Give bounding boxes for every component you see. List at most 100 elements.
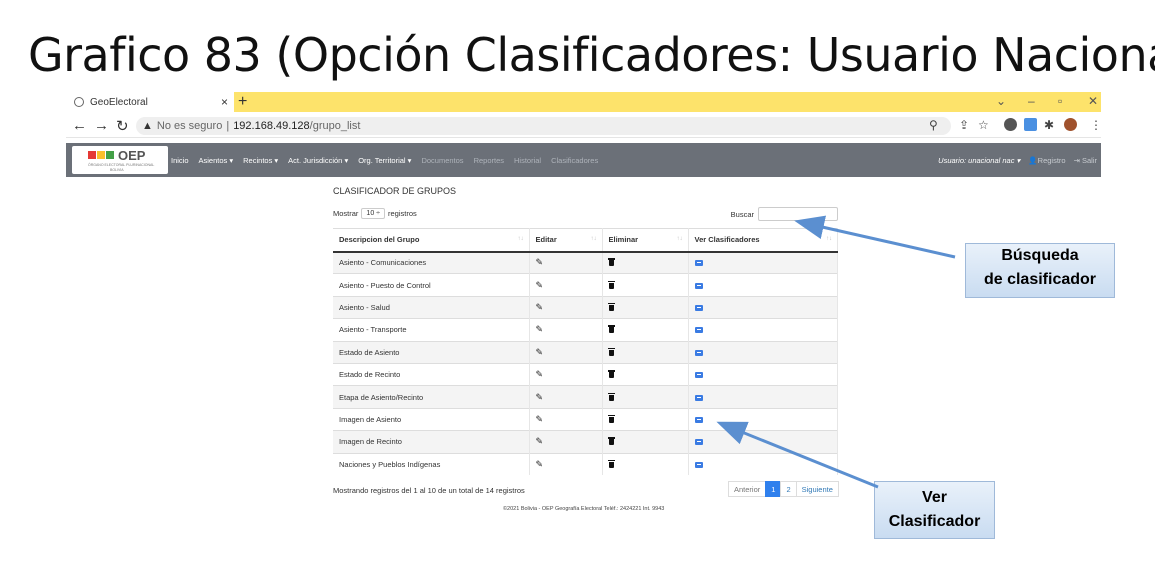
logo-square-yellow xyxy=(97,151,105,159)
forward-icon[interactable]: → xyxy=(94,117,109,134)
show-suffix: registros xyxy=(388,209,417,218)
pagination: Anterior 1 2 Siguiente xyxy=(728,481,839,497)
col-header-label: Descripcion del Grupo xyxy=(339,235,420,245)
nav-item-act-jurisdiccion[interactable]: Act. Jurisdicción ▾ xyxy=(288,156,348,165)
trash-icon[interactable] xyxy=(607,302,615,311)
extension-icon[interactable] xyxy=(1004,118,1017,131)
user-area: Usuario: unacional nac ▾ 👤Registro ⇥ Sal… xyxy=(938,143,1097,177)
search-input[interactable] xyxy=(758,207,838,221)
back-icon[interactable]: ← xyxy=(72,117,87,134)
nav-item-clasificadores[interactable]: Clasificadores xyxy=(551,156,598,165)
nav-item-recintos[interactable]: Recintos ▾ xyxy=(243,156,278,165)
globe-icon xyxy=(74,97,84,107)
edit-icon[interactable]: ✎ xyxy=(536,414,544,424)
table-row: Asiento - Comunicaciones ✎ xyxy=(333,250,838,274)
table-row: Imagen de Recinto ✎ xyxy=(333,430,838,454)
app-navbar: OEP ÓRGANO ELECTORAL PLURINACIONAL BOLIV… xyxy=(66,143,1101,177)
edit-icon[interactable]: ✎ xyxy=(536,436,544,446)
logo-square-green xyxy=(106,151,114,159)
col-header-eliminar[interactable]: Eliminar ↑↓ xyxy=(602,228,689,253)
view-classifiers-icon[interactable] xyxy=(694,439,703,446)
pagination-page-1[interactable]: 1 xyxy=(765,481,782,497)
table-row: Estado de Asiento ✎ xyxy=(333,340,838,364)
group-description: Asiento - Puesto de Control xyxy=(333,273,530,297)
tab-strip: GeoElectoral × + ⌄ – ▫ ✕ xyxy=(66,92,1101,112)
view-classifiers-icon[interactable] xyxy=(694,260,703,267)
minimize-icon[interactable]: – xyxy=(1028,94,1035,108)
trash-icon[interactable] xyxy=(607,258,615,267)
trash-icon[interactable] xyxy=(607,459,615,468)
puzzle-icon[interactable]: ✱ xyxy=(1044,118,1054,132)
maximize-icon[interactable]: ▫ xyxy=(1058,94,1062,108)
registro-link[interactable]: 👤Registro xyxy=(1028,156,1065,165)
table-row: Estado de Recinto ✎ xyxy=(333,362,838,386)
group-description: Imagen de Recinto xyxy=(333,430,530,454)
callout-line: de clasificador xyxy=(983,271,1097,288)
pagination-next[interactable]: Siguiente xyxy=(795,481,839,497)
edit-icon[interactable]: ✎ xyxy=(536,347,544,357)
user-menu[interactable]: Usuario: unacional nac ▾ xyxy=(938,156,1020,165)
group-description: Estado de Recinto xyxy=(333,362,530,386)
tab-search-icon[interactable]: ⌄ xyxy=(996,94,1006,108)
extension-icon[interactable] xyxy=(1024,118,1037,131)
view-classifiers-icon[interactable] xyxy=(694,394,703,401)
logo-text: OEP xyxy=(118,148,146,163)
trash-icon[interactable] xyxy=(607,414,615,423)
view-classifiers-icon[interactable] xyxy=(694,349,703,356)
tab-strip-bar xyxy=(234,92,1101,112)
nav-item-asientos[interactable]: Asientos ▾ xyxy=(199,156,234,165)
registro-label: Registro xyxy=(1037,155,1066,165)
view-classifiers-icon[interactable] xyxy=(694,372,703,379)
zoom-icon[interactable]: ⚲ xyxy=(929,118,938,132)
share-icon[interactable]: ⇪ xyxy=(959,118,969,132)
nav-item-org-territorial[interactable]: Org. Territorial ▾ xyxy=(358,156,411,165)
window-close-icon[interactable]: ✕ xyxy=(1088,94,1098,108)
nav-item-reportes[interactable]: Reportes xyxy=(474,156,504,165)
view-classifiers-icon[interactable] xyxy=(694,304,703,311)
view-classifiers-icon[interactable] xyxy=(694,461,703,468)
main-menu: Inicio Asientos ▾ Recintos ▾ Act. Jurisd… xyxy=(171,143,598,177)
table-row: Naciones y Pueblos Indígenas ✎ xyxy=(333,452,838,476)
avatar[interactable] xyxy=(1064,118,1077,131)
nav-item-inicio[interactable]: Inicio xyxy=(171,156,189,165)
table-header-row: Descripcion del Grupo ↑↓ Editar ↑↓ Elimina… xyxy=(333,228,838,253)
menu-icon[interactable]: ⋮ xyxy=(1090,118,1102,132)
trash-icon[interactable] xyxy=(607,280,615,289)
trash-icon[interactable] xyxy=(607,392,615,401)
group-description: Asiento - Salud xyxy=(333,295,530,319)
edit-icon[interactable]: ✎ xyxy=(536,302,544,312)
edit-icon[interactable]: ✎ xyxy=(536,324,544,334)
tab-close-icon[interactable]: × xyxy=(221,95,228,109)
view-classifiers-icon[interactable] xyxy=(694,282,703,289)
edit-icon[interactable]: ✎ xyxy=(536,459,544,469)
browser-tab[interactable]: GeoElectoral × xyxy=(66,92,234,112)
trash-icon[interactable] xyxy=(607,437,615,446)
new-tab-button[interactable]: + xyxy=(238,92,247,112)
search-label: Buscar xyxy=(730,209,754,219)
edit-icon[interactable]: ✎ xyxy=(536,369,544,379)
logo-square-red xyxy=(88,151,96,159)
view-classifiers-icon[interactable] xyxy=(694,327,703,334)
trash-icon[interactable] xyxy=(607,347,615,356)
groups-table: Descripcion del Grupo ↑↓ Editar ↑↓ Elimina… xyxy=(333,228,838,476)
edit-icon[interactable]: ✎ xyxy=(536,257,544,267)
pagination-page-2[interactable]: 2 xyxy=(780,481,797,497)
col-header-ver-clasificadores[interactable]: Ver Clasificadores ↑↓ xyxy=(688,228,838,253)
reload-icon[interactable]: ↻ xyxy=(116,117,129,135)
sort-icon: ↑↓ xyxy=(517,236,524,242)
oep-logo[interactable]: OEP ÓRGANO ELECTORAL PLURINACIONAL BOLIV… xyxy=(72,146,168,174)
edit-icon[interactable]: ✎ xyxy=(536,280,544,290)
url-field[interactable]: ▲ No es seguro | 192.168.49.128/grupo_li… xyxy=(136,117,951,135)
edit-icon[interactable]: ✎ xyxy=(536,392,544,402)
view-classifiers-icon[interactable] xyxy=(694,416,703,423)
col-header-editar[interactable]: Editar ↑↓ xyxy=(529,228,603,253)
trash-icon[interactable] xyxy=(607,325,615,334)
col-header-descripcion[interactable]: Descripcion del Grupo ↑↓ xyxy=(333,228,530,253)
nav-item-documentos[interactable]: Documentos xyxy=(421,156,463,165)
page-length-select[interactable]: 10 ÷ xyxy=(361,208,385,219)
bookmark-star-icon[interactable]: ☆ xyxy=(978,118,989,132)
salir-link[interactable]: ⇥ Salir xyxy=(1074,156,1097,165)
trash-icon[interactable] xyxy=(607,370,615,379)
pagination-prev[interactable]: Anterior xyxy=(728,481,767,497)
nav-item-historial[interactable]: Historial xyxy=(514,156,541,165)
